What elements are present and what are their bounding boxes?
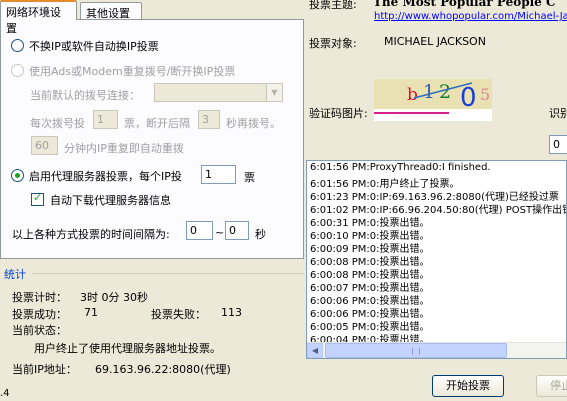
- adsl-redial-label: 使用Ads或Modem重复拨号/断开换IP投票: [29, 65, 236, 78]
- auto-download-proxy-label: 自动下载代理服务器信息: [50, 194, 171, 207]
- timer-label: 投票计时：: [12, 291, 67, 304]
- interval-to-value: 0: [229, 224, 236, 237]
- start-vote-button[interactable]: 开始投票: [432, 375, 504, 397]
- horizontal-scrollbar[interactable]: ◀: [307, 342, 566, 358]
- stats-divider: [32, 273, 304, 274]
- dialup-connection-label: 当前默认的拨号连接：: [30, 89, 140, 102]
- per-dial-votes-value: 1: [97, 113, 104, 126]
- dialup-connection-select[interactable]: ▼: [154, 83, 283, 102]
- interval-to-input[interactable]: 0: [225, 221, 249, 240]
- chevron-down-icon: ▼: [266, 84, 282, 101]
- repeat-minutes-label: 分钟内IP重复即自动重拨: [64, 142, 184, 155]
- redial-seconds-input[interactable]: 3: [198, 110, 220, 129]
- fail-count: 113: [221, 306, 242, 319]
- target-label: 投票对象:: [309, 37, 357, 50]
- success-label: 投票成功：: [12, 308, 67, 321]
- captcha-label: 验证码图片:: [309, 107, 368, 120]
- captcha-image: b 1 2 0 5: [374, 79, 492, 121]
- per-dial-prefix: 每次拨号投: [30, 117, 85, 130]
- captcha-char: 5: [480, 85, 490, 104]
- radio-selected-dot: [15, 173, 20, 178]
- interval-separator: ~: [215, 226, 225, 239]
- interval-from-value: 0: [190, 224, 197, 237]
- captcha-char: b: [407, 85, 418, 105]
- repeat-minutes-value: 60: [35, 139, 49, 152]
- per-dial-mid: 票，断开后隔: [124, 117, 190, 130]
- proxy-vote-label: 启用代理服务器投票，每个IP投: [29, 170, 182, 183]
- recognize-input[interactable]: 0: [549, 135, 567, 154]
- captcha-graphic: b 1 2 0 5: [374, 81, 490, 114]
- success-count: 71: [84, 306, 98, 319]
- interval-unit: 秒: [255, 228, 266, 241]
- current-ip-label: 当前IP地址：: [12, 363, 77, 376]
- subject-url-link[interactable]: http://www.whopopular.com/Michael-Ja: [374, 11, 567, 22]
- stats-title: 统计: [4, 268, 26, 281]
- proxy-votes-unit: 票: [244, 171, 255, 184]
- log-listbox[interactable]: 6:01:56 PM:ProxyThread0:I finished. 6:01:…: [306, 160, 567, 359]
- proxy-votes-input[interactable]: 1: [201, 165, 236, 184]
- interval-from-input[interactable]: 0: [186, 221, 213, 240]
- per-dial-votes-input[interactable]: 1: [93, 110, 118, 129]
- stop-vote-button[interactable]: 停止: [536, 375, 567, 397]
- recognize-label: 识别: [549, 107, 567, 120]
- per-dial-suffix: 秒再拨号。: [226, 117, 281, 130]
- repeat-minutes-input[interactable]: 60: [31, 136, 58, 155]
- checkmark-icon: ✓: [33, 191, 43, 204]
- subject-label: 投票主题:: [309, 0, 357, 11]
- subject-value: The Most Popular People C: [373, 0, 556, 9]
- auto-download-proxy-checkbox[interactable]: ✓: [31, 191, 44, 206]
- interval-label: 以上各种方式投票的时间间隔为:: [12, 228, 170, 241]
- status-label: 当前状态：: [12, 324, 67, 337]
- captcha-char: 1: [423, 81, 435, 103]
- version-text: .4: [0, 388, 10, 399]
- tab-network-settings[interactable]: 网络环境设置: [0, 0, 77, 35]
- timer-value: 3时 0分 30秒: [80, 291, 148, 304]
- captcha-char: 0: [460, 83, 477, 113]
- start-vote-label: 开始投票: [446, 379, 490, 392]
- tab-other-settings[interactable]: 其他设置: [80, 2, 142, 20]
- scroll-left-button[interactable]: ◀: [307, 343, 323, 358]
- grip-icon: [412, 348, 420, 355]
- scroll-thumb[interactable]: [325, 343, 507, 358]
- no-ip-change-label: 不换IP或软件自动换IP投票: [29, 40, 159, 53]
- no-ip-change-radio[interactable]: [11, 39, 24, 52]
- recognize-value: 0: [553, 138, 560, 151]
- captcha-char: 2: [439, 81, 451, 103]
- stop-vote-label: 停止: [550, 379, 567, 392]
- proxy-votes-value: 1: [205, 168, 212, 181]
- target-value: MICHAEL JACKSON: [384, 35, 486, 48]
- adsl-redial-radio[interactable]: [11, 64, 24, 77]
- current-ip-value: 69.163.96.22:8080(代理): [95, 363, 231, 376]
- log-line: 6:01:56 PM:ProxyThread0:I finished.: [310, 162, 491, 173]
- redial-seconds-value: 3: [202, 113, 209, 126]
- status-value: 用户终止了使用代理服务器地址投票。: [34, 342, 221, 355]
- fail-label: 投票失败：: [151, 308, 206, 321]
- proxy-vote-radio[interactable]: [11, 169, 24, 182]
